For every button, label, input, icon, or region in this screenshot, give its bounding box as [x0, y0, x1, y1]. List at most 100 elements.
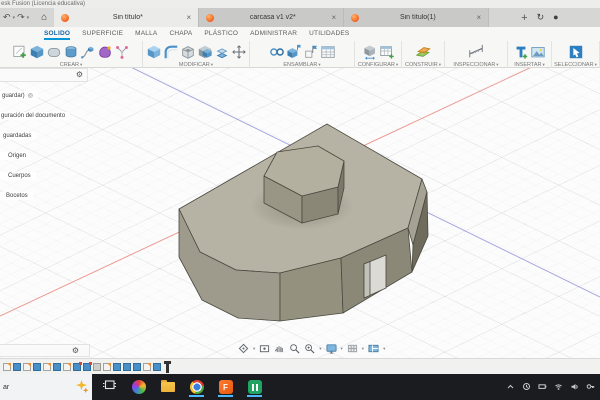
shell-icon[interactable] — [180, 44, 196, 60]
chevron-down-icon[interactable]: ▾ — [27, 15, 30, 21]
chevron-down-icon[interactable]: ▾ — [13, 15, 16, 21]
file-explorer-button[interactable] — [160, 377, 175, 397]
measure-icon[interactable] — [468, 44, 484, 60]
browser-row-label[interactable]: guración del documento — [0, 112, 70, 120]
browser-row-label[interactable]: guardar)◎ — [0, 91, 38, 100]
move-icon[interactable] — [231, 44, 247, 60]
ribbon-tab-utilidades[interactable]: UTILIDADES — [309, 30, 349, 40]
sweep-icon[interactable] — [80, 44, 96, 60]
look-at-icon[interactable] — [259, 343, 270, 354]
chevron-down-icon[interactable]: ▾ — [341, 346, 343, 352]
close-icon[interactable]: × — [187, 13, 192, 22]
photos-app-button[interactable] — [131, 377, 146, 397]
zoom-icon[interactable] — [289, 343, 300, 354]
sparkle-icon[interactable] — [74, 379, 89, 396]
pan-icon[interactable] — [274, 343, 285, 354]
chevron-down-icon[interactable]: ▾ — [253, 346, 255, 352]
construction-plane-icon[interactable] — [415, 44, 431, 60]
timeline-feature-sketch[interactable] — [43, 363, 51, 371]
model-body[interactable] — [179, 124, 428, 321]
green-app-button[interactable] — [247, 377, 262, 397]
chevron-down-icon[interactable]: ▾ — [496, 62, 498, 67]
browser-row[interactable]: Origen — [0, 144, 88, 162]
timeline-feature-extrude[interactable] — [13, 363, 21, 371]
gear-icon[interactable]: ⚙ — [72, 347, 79, 355]
browser-header[interactable]: ⚙ — [0, 68, 88, 82]
browser-row[interactable]: guración del documento — [0, 104, 88, 122]
undo-icon[interactable]: ↶ — [3, 12, 11, 23]
sculpt-icon[interactable] — [97, 44, 113, 60]
chevron-down-icon[interactable]: ▾ — [318, 62, 320, 67]
task-view-button[interactable] — [102, 377, 117, 397]
bottom-panel[interactable]: ⚙ — [0, 344, 90, 357]
browser-row[interactable]: guardadas — [0, 124, 88, 142]
viewport-canvas[interactable]: ⚙ guardar)◎ guración del documento guardad… — [0, 68, 600, 358]
timeline-feature-sketch[interactable] — [3, 363, 11, 371]
orbit-icon[interactable] — [238, 343, 249, 354]
document-tab[interactable]: Sin título(1)× — [344, 8, 489, 27]
insert-element-icon[interactable] — [513, 44, 529, 60]
offset-icon[interactable] — [214, 44, 230, 60]
pattern-icon[interactable] — [114, 44, 130, 60]
chrome-button[interactable] — [189, 377, 204, 397]
browser-row-label[interactable]: Cuerpos — [0, 172, 36, 180]
timeline-feature-combine[interactable] — [73, 363, 81, 371]
gear-icon[interactable]: ⚙ — [76, 71, 83, 79]
timeline-feature-gray[interactable] — [93, 363, 101, 371]
browser-row[interactable]: Bocetos — [0, 184, 88, 202]
chevron-down-icon[interactable]: ▾ — [362, 346, 364, 352]
browser-row[interactable]: guardar)◎ — [0, 84, 88, 102]
sync-icon[interactable] — [522, 378, 531, 396]
sync-icon[interactable]: ↻ — [537, 12, 545, 23]
chevron-down-icon[interactable]: ▾ — [383, 346, 385, 352]
timeline-feature-extrude[interactable] — [153, 363, 161, 371]
wifi-icon[interactable] — [554, 378, 563, 396]
timeline-feature-combine[interactable] — [83, 363, 91, 371]
timeline-feature-sketch[interactable] — [143, 363, 151, 371]
chevron-down-icon[interactable]: ▾ — [396, 62, 398, 67]
browser-row-label[interactable]: Bocetos — [0, 192, 33, 200]
extrude-icon[interactable] — [29, 44, 45, 60]
chevron-down-icon[interactable]: ▾ — [319, 346, 321, 352]
timeline-feature-sketch[interactable] — [63, 363, 71, 371]
taskbar-search[interactable]: ar — [0, 374, 92, 400]
configuration-icon[interactable] — [362, 44, 378, 60]
timeline-feature-extrude[interactable] — [53, 363, 61, 371]
browser-row[interactable]: Cuerpos — [0, 164, 88, 182]
timeline-feature-extrude[interactable] — [113, 363, 121, 371]
browser-row-label[interactable]: guardadas — [0, 132, 36, 140]
3d-scene[interactable] — [0, 68, 600, 358]
chevron-down-icon[interactable]: ▾ — [211, 62, 213, 67]
profile-icon[interactable]: ● — [553, 12, 558, 23]
fusion-360-button[interactable]: F — [218, 377, 233, 397]
insert-image-icon[interactable] — [530, 44, 546, 60]
config-table-icon[interactable] — [379, 44, 395, 60]
ribbon-tab-administrar[interactable]: ADMINISTRAR — [250, 30, 297, 40]
select-icon[interactable] — [568, 44, 584, 60]
ribbon-tab-malla[interactable]: MALLA — [135, 30, 157, 40]
timeline-feature-sketch[interactable] — [23, 363, 31, 371]
chevron-up-icon[interactable] — [506, 378, 515, 396]
revolve-icon[interactable] — [63, 44, 79, 60]
browser-row-label[interactable]: Origen — [0, 152, 31, 160]
timeline-feature-extrude[interactable] — [133, 363, 141, 371]
form-icon[interactable] — [46, 44, 62, 60]
timeline-feature-extrude[interactable] — [123, 363, 131, 371]
timeline-playhead[interactable] — [166, 361, 169, 373]
viewports-icon[interactable] — [368, 343, 379, 354]
new-component-icon[interactable] — [286, 44, 302, 60]
bom-table-icon[interactable] — [320, 44, 336, 60]
radio-icon[interactable]: ◎ — [28, 93, 33, 99]
close-icon[interactable]: × — [477, 13, 482, 22]
grid-settings-icon[interactable] — [347, 343, 358, 354]
close-icon[interactable]: × — [332, 13, 337, 22]
timeline-feature-extrude[interactable] — [33, 363, 41, 371]
fit-icon[interactable] — [304, 343, 315, 354]
home-icon[interactable]: ⌂ — [41, 12, 47, 23]
redo-icon[interactable]: ↷ — [17, 12, 25, 23]
ribbon-tab-superficie[interactable]: SUPERFICIE — [82, 30, 123, 40]
timeline-feature-sketch[interactable] — [103, 363, 111, 371]
chevron-down-icon[interactable]: ▾ — [543, 62, 545, 67]
ribbon-tab-plástico[interactable]: PLÁSTICO — [204, 30, 238, 40]
joint-icon[interactable] — [269, 44, 285, 60]
